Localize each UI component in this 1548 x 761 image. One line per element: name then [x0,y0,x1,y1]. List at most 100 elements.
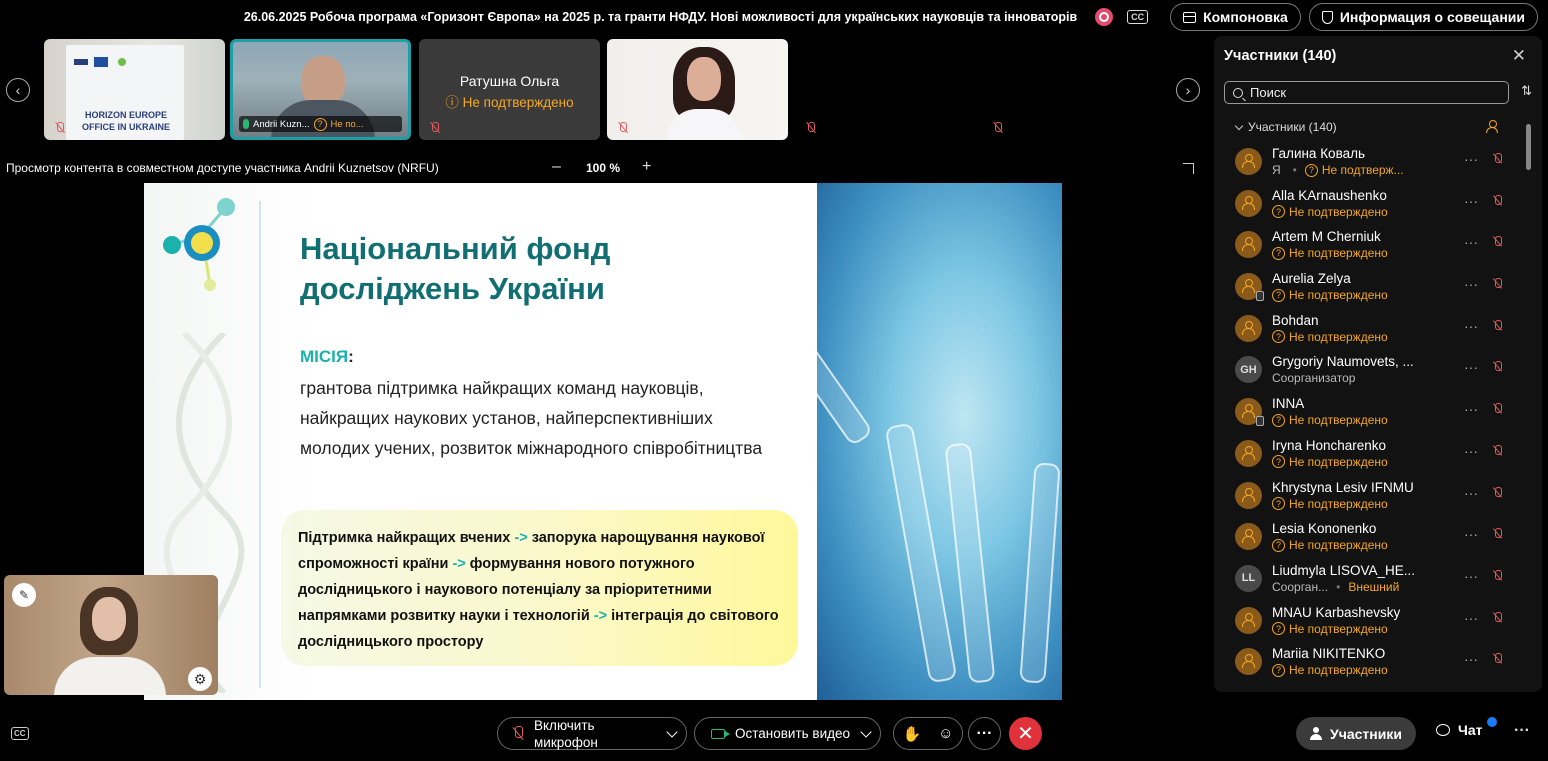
question-icon: ? [1272,288,1285,302]
participant-row[interactable]: Галина Коваль Я •? Не подтверж... ··· [1214,142,1524,184]
more-icon[interactable]: ··· [1464,359,1478,375]
chevron-down-icon[interactable] [666,726,678,738]
question-icon: ? [1272,413,1285,427]
participant-row[interactable]: MNAU Karbashevsky? Не подтверждено ··· [1214,601,1524,643]
status-text: Не подтверждено [1289,329,1388,344]
close-icon[interactable]: ✕ [1512,46,1526,66]
video-tile-andrii[interactable]: Andrii Kuzn... ? Не по... [230,39,411,140]
device-badge-icon [1256,416,1264,427]
participant-search[interactable] [1224,81,1509,104]
sort-icon[interactable]: ⇅ [1521,83,1532,99]
more-icon[interactable]: ··· [1464,401,1478,417]
self-view-video[interactable]: ✎ ⚙ [4,575,218,695]
muted-mic-icon[interactable] [1492,153,1503,166]
participant-scrollbar[interactable] [1524,116,1532,690]
test-tube-shape [1019,462,1061,684]
participant-name: Grygoriy Naumovets, ... [1272,354,1414,370]
muted-mic-icon[interactable] [1492,528,1503,541]
prev-thumbnails-button[interactable]: ‹ [6,78,30,102]
participant-row[interactable]: Bohdan? Не подтверждено ··· [1214,309,1524,351]
participant-row[interactable]: Aurelia Zelya? Не подтверждено ··· [1214,267,1524,309]
more-icon[interactable]: ··· [1464,443,1478,459]
muted-mic-icon[interactable] [1492,278,1503,291]
video-tile-empty-2[interactable] [982,39,1163,140]
more-icon[interactable]: ··· [1464,276,1478,292]
video-tile-room[interactable]: HORIZON EUROPE OFFICE IN UKRAINE [44,39,225,140]
guest-avatar-icon [1235,606,1262,634]
room-banner-text: HORIZON EUROPE OFFICE IN UKRAINE [81,110,170,132]
scrollbar-thumb[interactable] [1526,124,1531,170]
chat-button[interactable]: Чат [1436,722,1482,738]
chevron-down-icon[interactable] [860,726,872,738]
next-thumbnails-button[interactable]: › [1176,78,1200,102]
status-text: Не подтверждено [1289,288,1388,303]
muted-mic-icon[interactable] [1492,653,1503,666]
meeting-info-button[interactable]: Информация о совещании [1308,3,1538,31]
mission-text: грантова підтримка найкращих команд наук… [300,378,763,458]
add-person-icon[interactable] [1486,120,1498,133]
captions-icon[interactable]: CC [11,727,29,740]
participant-name: Liudmyla LISOVA_HE... [1272,562,1416,578]
search-input[interactable] [1250,85,1490,100]
video-tile-empty-1[interactable] [795,39,976,140]
participant-row[interactable]: INNA? Не подтверждено ··· [1214,392,1524,434]
more-icon[interactable]: ··· [1464,610,1478,626]
leave-meeting-button[interactable]: ✕ [1009,717,1042,750]
muted-mic-icon[interactable] [1492,444,1503,458]
video-tile-ratushna[interactable]: Ратушна Ольга ⓘ Не подтверждено [419,39,600,140]
muted-mic-icon [992,122,1003,134]
section-label: Участники (140) [1248,120,1337,134]
more-icon[interactable]: ··· [1464,234,1478,250]
raise-hand-icon[interactable]: ✋ [902,725,921,743]
tile-status: ⓘ Не подтверждено [445,95,574,110]
muted-mic-icon[interactable] [1492,319,1503,333]
pin-icon[interactable]: ✎ [12,583,36,607]
participant-row[interactable]: Artem M Cherniuk? Не подтверждено ··· [1214,225,1524,267]
video-tile-woman[interactable] [607,39,788,140]
more-icon[interactable]: ··· [1464,568,1478,584]
participants-button[interactable]: Участники [1296,717,1416,750]
gear-icon[interactable]: ⚙ [188,667,212,691]
more-icon[interactable]: ··· [1464,193,1478,209]
muted-mic-icon[interactable] [1492,236,1503,249]
participant-row[interactable]: Mariia NIKITENKO? Не подтверждено ··· [1214,642,1524,684]
reactions-icon[interactable]: ☺ [938,725,953,742]
participants-panel: Участники (140) ✕ ⇅ Участники (140) Гали… [1214,36,1542,692]
participant-status: ? Не подтверждено [1272,288,1388,302]
participants-section-header[interactable]: Участники (140) [1234,120,1337,134]
expand-icon[interactable] [1183,163,1194,174]
participant-row[interactable]: Khrystyna Lesiv IFNMU? Не подтверждено ··· [1214,476,1524,518]
participant-row[interactable]: Lesia Kononenko? Не подтверждено ··· [1214,517,1524,559]
zoom-in-button[interactable]: + [642,158,651,176]
muted-mic-icon[interactable] [1492,403,1503,416]
muted-mic-icon[interactable] [1492,611,1503,625]
camera-icon [711,728,730,739]
unmute-button[interactable]: Включить микрофон [497,717,687,750]
more-icon[interactable]: ··· [1464,318,1478,334]
shared-content-label: Просмотр контента в совместном доступе у… [6,161,439,175]
layout-button[interactable]: Компоновка [1170,3,1301,31]
slide-divider [259,201,261,688]
participant-row[interactable]: LL Liudmyla LISOVA_HE... Соорган... • Внешни… [1214,559,1524,601]
muted-mic-icon[interactable] [1492,486,1503,500]
status-text: Не подтверждено [1289,246,1388,261]
more-icon[interactable]: ··· [1464,151,1478,167]
status-text: Соорганизатор [1272,371,1356,386]
question-icon: ? [1304,163,1318,177]
participant-row[interactable]: Alla KArnaushenko? Не подтверждено ··· [1214,184,1524,226]
more-options-button[interactable]: ··· [968,717,1001,750]
guest-avatar-icon [1235,148,1262,175]
more-icon[interactable]: ··· [1464,526,1478,542]
stop-video-button[interactable]: Остановить видео [694,717,881,750]
muted-mic-icon[interactable] [1492,194,1503,208]
recording-icon[interactable] [1095,8,1114,26]
closed-captions-icon[interactable]: CC [1127,10,1149,24]
muted-mic-icon[interactable] [1492,361,1503,374]
muted-mic-icon[interactable] [1492,569,1503,583]
more-icon[interactable]: ··· [1514,722,1530,740]
more-icon[interactable]: ··· [1464,485,1478,501]
participant-row[interactable]: Iryna Honcharenko? Не подтверждено ··· [1214,434,1524,476]
participant-row[interactable]: GH Grygoriy Naumovets, ... Соорганизатор ··… [1214,350,1524,392]
zoom-out-button[interactable]: – [552,158,561,176]
more-icon[interactable]: ··· [1464,651,1478,667]
